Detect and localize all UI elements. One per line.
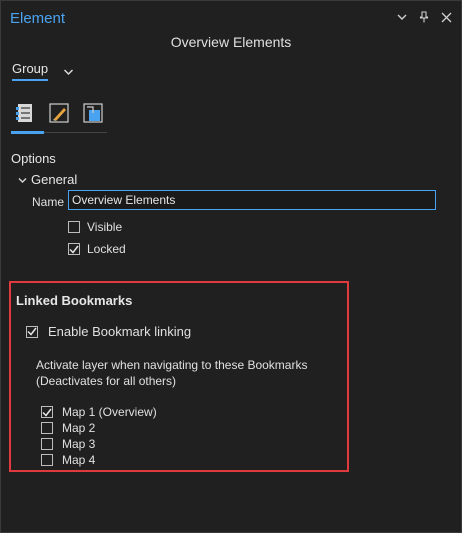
display-icon[interactable] — [79, 99, 107, 127]
map-4-row[interactable]: Map 4 — [41, 452, 157, 468]
map-4-checkbox[interactable] — [41, 454, 53, 466]
pin-icon[interactable] — [417, 10, 431, 24]
enable-bookmark-linking-checkbox[interactable] — [26, 325, 38, 338]
close-icon[interactable] — [439, 10, 453, 24]
view-toolbar — [11, 99, 107, 127]
locked-checkbox[interactable] — [68, 243, 80, 255]
chevron-down-icon[interactable] — [395, 10, 409, 24]
map-2-row[interactable]: Map 2 — [41, 420, 157, 436]
bookmark-description: Activate layer when navigating to these … — [36, 357, 307, 389]
visible-checkbox-row[interactable]: Visible — [68, 220, 122, 234]
linked-bookmarks-heading: Linked Bookmarks — [16, 293, 133, 308]
chevron-down-icon[interactable] — [63, 63, 74, 81]
map-1-checkbox[interactable] — [41, 406, 53, 418]
general-section-header[interactable]: General — [18, 172, 77, 187]
title-bar-buttons — [395, 10, 453, 24]
map-4-label: Map 4 — [62, 453, 96, 467]
bookmark-map-list: Map 1 (Overview) Map 2 Map 3 Map 4 — [41, 404, 157, 468]
map-3-row[interactable]: Map 3 — [41, 436, 157, 452]
general-heading: General — [31, 172, 78, 187]
selected-tab-indicator — [11, 131, 44, 134]
map-3-checkbox[interactable] — [41, 438, 53, 450]
pane-subtitle: Overview Elements — [170, 34, 292, 50]
map-1-label: Map 1 (Overview) — [62, 405, 157, 419]
options-heading: Options — [11, 151, 56, 166]
enable-bookmark-linking-label: Enable Bookmark linking — [48, 324, 192, 339]
properties-icon[interactable] — [11, 99, 39, 127]
element-pane: Element Overview Elements Group Options … — [0, 0, 462, 533]
map-2-label: Map 2 — [62, 421, 96, 435]
visible-label: Visible — [87, 220, 123, 234]
name-label: Name — [32, 195, 65, 209]
locked-checkbox-row[interactable]: Locked — [68, 242, 126, 256]
symbol-edit-icon[interactable] — [45, 99, 73, 127]
tab-group[interactable]: Group — [12, 61, 49, 81]
chevron-down-icon — [18, 172, 27, 187]
divider — [44, 132, 107, 133]
visible-checkbox[interactable] — [68, 221, 80, 233]
description-line: (Deactivates for all others) — [36, 374, 177, 388]
map-3-label: Map 3 — [62, 437, 96, 451]
locked-label: Locked — [87, 242, 126, 256]
title-bar: Element — [1, 1, 461, 31]
description-line: Activate layer when navigating to these … — [36, 358, 308, 372]
name-field[interactable] — [68, 190, 436, 210]
pane-title: Element — [10, 10, 66, 27]
map-1-row[interactable]: Map 1 (Overview) — [41, 404, 157, 420]
map-2-checkbox[interactable] — [41, 422, 53, 434]
enable-bookmark-linking-row[interactable]: Enable Bookmark linking — [26, 324, 191, 339]
